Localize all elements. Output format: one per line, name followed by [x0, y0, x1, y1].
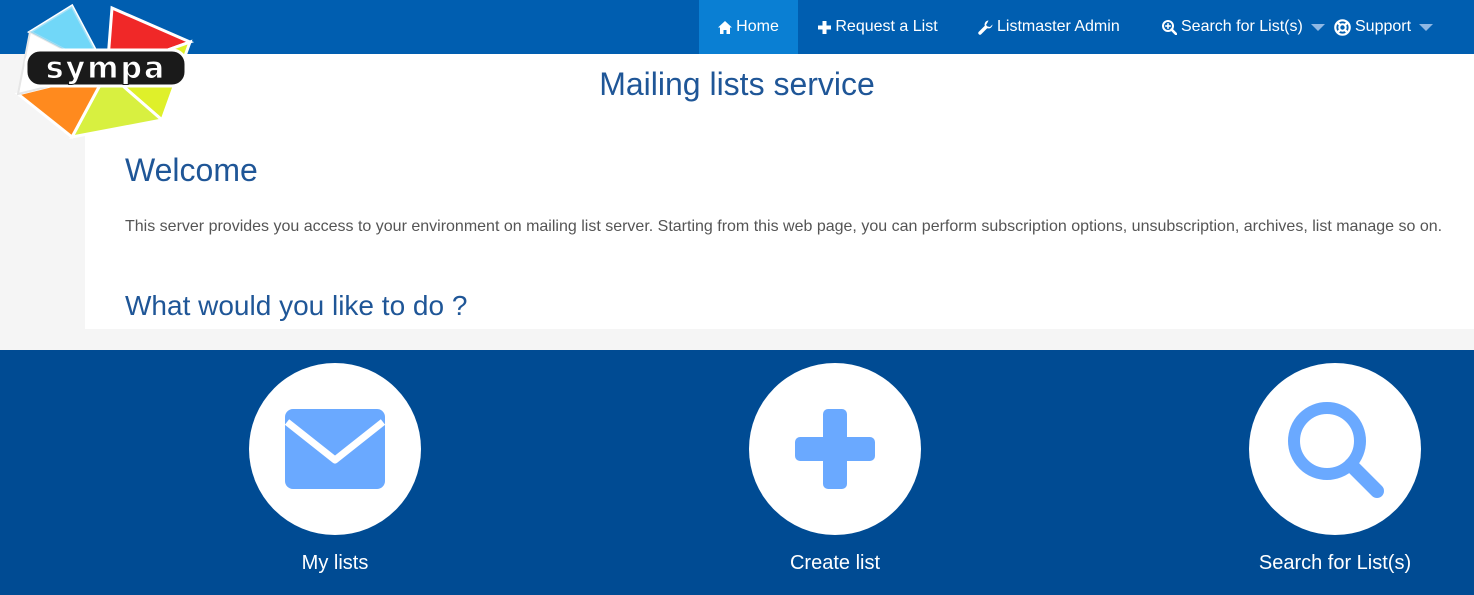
search-plus-icon: [1162, 19, 1177, 35]
my-lists-label[interactable]: My lists: [175, 552, 495, 575]
top-navbar: Home Request a List Listmaster Admin Sea…: [0, 0, 1474, 54]
nav-search-label: Search for List(s): [1181, 18, 1303, 35]
search-lists-label[interactable]: Search for List(s): [1175, 552, 1474, 575]
search-lists-button[interactable]: Search for List(s): [1175, 350, 1474, 595]
create-list-label[interactable]: Create list: [675, 552, 995, 575]
plus-icon: [795, 409, 875, 489]
nav-home-label: Home: [736, 18, 779, 35]
plus-icon: [818, 20, 832, 34]
nav-home[interactable]: Home: [699, 0, 798, 54]
create-list-button[interactable]: Create list: [675, 350, 995, 595]
nav-menu: Home Request a List Listmaster Admin Sea…: [699, 0, 1434, 54]
chevron-down-icon: [1310, 23, 1325, 31]
wrench-icon: [978, 20, 993, 35]
home-icon: [718, 20, 733, 34]
actions-band: My lists Create list Search for List(s): [0, 350, 1474, 595]
envelope-icon: [284, 409, 386, 489]
intro-text: This server provides you access to your …: [125, 218, 1443, 235]
question-heading: What would you like to do ?: [125, 290, 468, 321]
lifebuoy-icon: [1334, 18, 1351, 36]
page-title: Mailing lists service: [599, 66, 875, 102]
create-list-circle[interactable]: [749, 363, 921, 535]
nav-listmaster-admin[interactable]: Listmaster Admin: [958, 0, 1138, 54]
my-lists-button[interactable]: My lists: [175, 350, 495, 595]
nav-search-lists[interactable]: Search for List(s): [1138, 0, 1334, 54]
nav-support-label: Support: [1355, 18, 1412, 35]
welcome-heading: Welcome: [125, 152, 258, 188]
search-lists-circle[interactable]: [1249, 363, 1421, 535]
nav-admin-label: Listmaster Admin: [997, 18, 1120, 35]
search-icon: [1288, 402, 1384, 498]
nav-support[interactable]: Support: [1334, 0, 1434, 54]
nav-request-list[interactable]: Request a List: [798, 0, 958, 54]
my-lists-circle[interactable]: [249, 363, 421, 535]
nav-request-label: Request a List: [835, 18, 938, 35]
chevron-down-icon: [1419, 23, 1434, 31]
